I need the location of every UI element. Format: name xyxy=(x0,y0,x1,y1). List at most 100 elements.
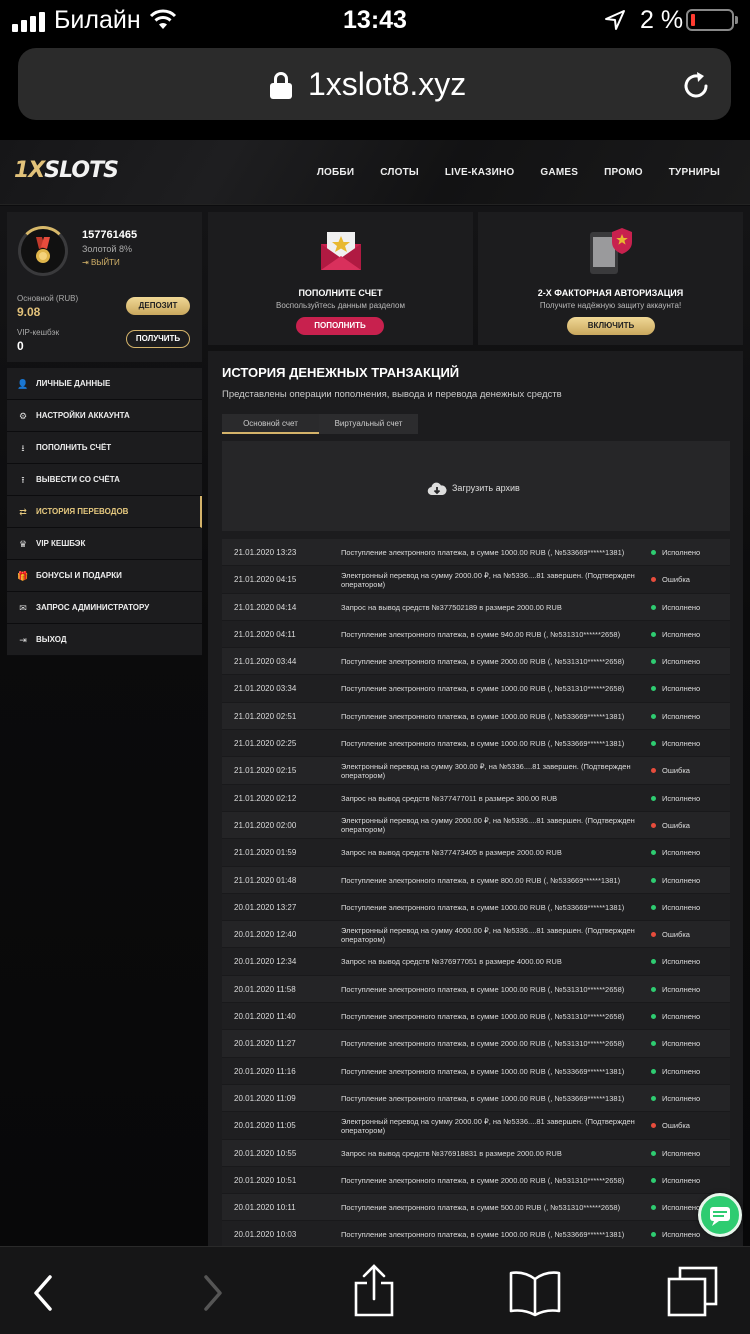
status-dot-icon xyxy=(651,1232,656,1238)
envelope-star-icon xyxy=(321,232,361,270)
reload-icon[interactable] xyxy=(680,70,712,102)
table-row: 21.01.2020 02:15 Электронный перевод на с… xyxy=(222,757,730,785)
vip-cashback-label: VIP-кешбэк xyxy=(17,328,60,337)
table-row: 21.01.2020 02:51 Поступление электронного… xyxy=(222,702,730,731)
gears-icon: ⚙ xyxy=(18,410,28,421)
location-arrow-icon xyxy=(605,10,625,30)
status-label: Ошибка xyxy=(662,820,690,830)
transaction-description: Поступление электронного платежа, в сумм… xyxy=(341,1093,625,1103)
enable-2fa-button[interactable]: ВКЛЮЧИТЬ xyxy=(567,317,655,335)
share-icon[interactable] xyxy=(352,1263,396,1319)
transaction-date: 20.01.2020 10:55 xyxy=(234,1148,297,1158)
transaction-description: Электронный перевод на сумму 2000.00 ₽, … xyxy=(341,1116,635,1135)
menu-item-withdraw[interactable]: ⭱ ВЫВЕСТИ СО СЧЁТА xyxy=(7,464,202,496)
menu-item-vip-cashback[interactable]: ♛ VIP КЕШБЭК xyxy=(7,528,202,560)
transaction-status: Ошибка xyxy=(651,921,690,948)
nav-link-games[interactable]: GAMES xyxy=(540,167,578,178)
transaction-date: 20.01.2020 11:40 xyxy=(234,1012,296,1022)
transaction-status: Исполнено xyxy=(651,675,700,702)
transaction-status: Ошибка xyxy=(651,812,690,839)
table-row: 20.01.2020 11:40 Поступление электронного… xyxy=(222,1003,730,1031)
topup-card: ПОПОЛНИТЕ СЧЕТ Воспользуйтесь данным раз… xyxy=(208,212,473,345)
transaction-date: 20.01.2020 13:27 xyxy=(234,902,297,912)
clock: 13:43 xyxy=(343,6,407,34)
two-factor-card: 2-Х ФАКТОРНАЯ АВТОРИЗАЦИЯ Получите надёж… xyxy=(478,212,743,345)
status-label: Исполнено xyxy=(662,1066,701,1076)
table-row: 20.01.2020 10:11 Поступление электронного… xyxy=(222,1194,730,1222)
status-dot-icon xyxy=(651,659,656,665)
nav-link-lobby[interactable]: ЛОББИ xyxy=(317,167,354,178)
transaction-date: 21.01.2020 04:11 xyxy=(234,629,296,639)
transaction-description: Электронный перевод на сумму 4000.00 ₽, … xyxy=(341,925,635,944)
status-dot-icon xyxy=(651,822,656,828)
nav-link-promo[interactable]: ПРОМО xyxy=(604,167,643,178)
table-row: 21.01.2020 04:15 Электронный перевод на с… xyxy=(222,566,730,594)
transactions-table: 21.01.2020 13:23 Поступление электронного… xyxy=(222,539,730,1246)
menu-item-transfer-history[interactable]: ⇄ ИСТОРИЯ ПЕРЕВОДОВ xyxy=(7,496,202,528)
menu-item-admin-request[interactable]: ✉ ЗАПРОС АДМИНИСТРАТОРУ xyxy=(7,592,202,624)
topup-button[interactable]: ПОПОЛНИТЬ xyxy=(296,317,384,335)
vip-cashback-value: 0 xyxy=(17,339,24,353)
download-icon: ⭳ xyxy=(21,442,25,453)
bookmarks-icon[interactable] xyxy=(508,1269,562,1317)
back-icon[interactable] xyxy=(30,1273,60,1313)
exit-icon: ⇥ xyxy=(19,634,27,645)
transaction-status: Ошибка xyxy=(651,566,690,593)
account-tabs: Основной счет Виртуальный счет xyxy=(222,414,418,434)
medal-icon xyxy=(36,237,50,263)
menu-item-bonuses[interactable]: 🎁 БОНУСЫ И ПОДАРКИ xyxy=(7,560,202,592)
nav-link-tournaments[interactable]: ТУРНИРЫ xyxy=(669,167,720,178)
forward-icon[interactable] xyxy=(198,1273,228,1313)
status-label: Исполнено xyxy=(662,548,701,557)
logo[interactable]: 1XSLOTS xyxy=(14,158,119,183)
transaction-description: Поступление электронного платежа, в сумм… xyxy=(341,1175,625,1185)
transaction-date: 20.01.2020 11:05 xyxy=(234,1121,296,1131)
transaction-status: Исполнено xyxy=(651,1030,700,1057)
tabs-icon[interactable] xyxy=(666,1265,720,1317)
chat-button[interactable] xyxy=(698,1193,742,1237)
avatar xyxy=(18,226,68,276)
menu-item-account-settings[interactable]: ⚙ НАСТРОЙКИ АККАУНТА xyxy=(7,400,202,432)
download-archive-label: Загрузить архив xyxy=(452,483,520,493)
transaction-description: Поступление электронного платежа, в сумм… xyxy=(341,1039,625,1049)
web-page: 1XSLOTS ЛОББИ СЛОТЫ LIVE-КАЗИНО GAMES ПР… xyxy=(0,140,750,1246)
address-bar[interactable]: 1xslot8.xyz xyxy=(18,48,731,120)
menu-item-exit[interactable]: ⇥ ВЫХОД xyxy=(7,624,202,656)
transaction-date: 20.01.2020 12:34 xyxy=(234,957,297,967)
nav-links: ЛОББИ СЛОТЫ LIVE-КАЗИНО GAMES ПРОМО ТУРН… xyxy=(291,167,720,178)
tab-virtual-account[interactable]: Виртуальный счет xyxy=(319,414,418,434)
deposit-button[interactable]: ДЕПОЗИТ xyxy=(126,297,190,315)
transaction-status: Ошибка xyxy=(651,1112,690,1139)
page-description: Представлены операции пополнения, вывода… xyxy=(222,389,562,400)
two-factor-card-title: 2-Х ФАКТОРНАЯ АВТОРИЗАЦИЯ xyxy=(537,288,684,298)
status-dot-icon xyxy=(651,1095,656,1101)
url-text[interactable]: 1xslot8.xyz xyxy=(308,66,466,103)
tab-main-account[interactable]: Основной счет xyxy=(222,414,319,434)
status-label: Исполнено xyxy=(662,984,701,994)
nav-link-slots[interactable]: СЛОТЫ xyxy=(380,167,419,178)
menu-item-personal-data[interactable]: 👤 ЛИЧНЫЕ ДАННЫЕ xyxy=(7,368,202,400)
transaction-status: Исполнено xyxy=(651,1058,700,1085)
transaction-status: Исполнено xyxy=(651,839,700,866)
crown-icon: ♛ xyxy=(18,538,28,549)
account-menu: 👤 ЛИЧНЫЕ ДАННЫЕ ⚙ НАСТРОЙКИ АККАУНТА ⭳ ПОПО… xyxy=(7,368,202,656)
status-label: Исполнено xyxy=(662,957,701,967)
status-label: Исполнено xyxy=(662,629,701,639)
status-label: Исполнено xyxy=(662,1203,701,1213)
phone-shield-icon xyxy=(590,228,632,274)
menu-item-deposit[interactable]: ⭳ ПОПОЛНИТЬ СЧЁТ xyxy=(7,432,202,464)
battery-percent: 2 % xyxy=(640,6,684,34)
download-archive-area[interactable]: Загрузить архив xyxy=(222,441,730,531)
get-cashback-button[interactable]: ПОЛУЧИТЬ xyxy=(126,330,190,348)
lock-icon xyxy=(270,72,292,99)
table-row: 20.01.2020 11:27 Поступление электронного… xyxy=(222,1030,730,1058)
logout-icon: ⇥ xyxy=(82,258,91,267)
cloud-download-icon xyxy=(427,482,447,496)
status-label: Исполнено xyxy=(662,1230,701,1240)
transaction-date: 21.01.2020 02:00 xyxy=(234,820,297,830)
topup-card-subtitle: Воспользуйтесь данным разделом xyxy=(276,301,405,310)
status-dot-icon xyxy=(651,1123,656,1129)
transaction-status: Исполнено xyxy=(651,1003,700,1030)
nav-link-live-casino[interactable]: LIVE-КАЗИНО xyxy=(445,167,515,178)
logout-link[interactable]: ⇥ ВЫЙТИ xyxy=(82,258,120,267)
